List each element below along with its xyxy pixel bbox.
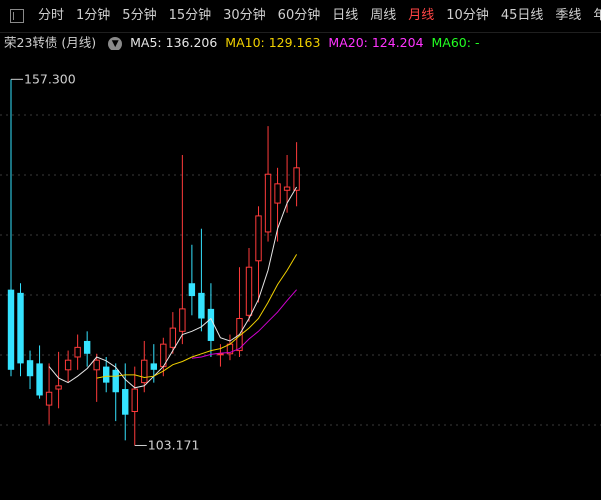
tab-weekly[interactable]: 周线 (364, 0, 402, 32)
candle-body-down (188, 283, 196, 297)
tab-45-day[interactable]: 45日线 (495, 0, 550, 32)
candle-body-up (245, 266, 253, 316)
tab-intraday[interactable]: 分时 (32, 0, 70, 32)
ma60-value: MA60: - (431, 35, 480, 50)
tab-1-minute[interactable]: 1分钟 (70, 0, 116, 32)
tab-60-minute[interactable]: 60分钟 (272, 0, 327, 32)
candle-body-down (207, 308, 215, 341)
candle-body-up (93, 359, 100, 371)
candle-body-up (45, 391, 53, 406)
ma20-value: MA20: 124.204 (328, 35, 424, 50)
tab-monthly[interactable]: 月线 (402, 0, 440, 32)
candle-body-up (141, 359, 148, 384)
chevron-down-icon[interactable]: ▼ (108, 37, 123, 50)
candle-body-down (103, 366, 110, 383)
candle-body-down (17, 292, 24, 364)
tab-30-minute[interactable]: 30分钟 (217, 0, 272, 32)
candle-body-up (217, 353, 224, 356)
candle-body-up (293, 167, 300, 191)
candle-body-up (264, 173, 272, 233)
panel-toggle-icon[interactable] (10, 9, 24, 23)
candle-body-up (131, 388, 138, 412)
candle-body-down (36, 363, 43, 396)
candle-body-down (7, 289, 15, 370)
candle-body-down (198, 292, 205, 319)
candle-body-up (179, 308, 186, 332)
candle-body-down (83, 340, 91, 354)
ma10-line (96, 254, 298, 379)
candle-body-down (122, 389, 129, 415)
candle-body-up (283, 186, 291, 191)
candle-body-up (169, 327, 177, 348)
tab-daily[interactable]: 日线 (326, 0, 364, 32)
tab-quarterly[interactable]: 季线 (549, 0, 587, 32)
candle-body-down (112, 369, 119, 393)
candlestick-chart[interactable]: 157.300 103.171 (0, 50, 601, 500)
candle-body-up (274, 183, 281, 204)
tab-5-minute[interactable]: 5分钟 (116, 0, 162, 32)
tab-10-minute[interactable]: 10分钟 (440, 0, 495, 32)
ma10-value: MA10: 129.163 (225, 35, 321, 50)
ma5-value: MA5: 136.206 (130, 35, 218, 50)
candle-body-up (74, 346, 81, 358)
ma20-line (191, 289, 297, 359)
candle-body-down (26, 360, 34, 377)
candle-body-down (150, 363, 157, 370)
high-price-label: 157.300 (24, 71, 76, 86)
period-label: (月线) (61, 35, 97, 50)
candle-body-up (255, 215, 262, 262)
period-tab-bar: 分时 1分钟 5分钟 15分钟 30分钟 60分钟 日线 周线 月线 10分钟 … (0, 0, 601, 33)
security-name: 荣23转债 (4, 35, 58, 50)
low-price-label: 103.171 (148, 437, 200, 452)
candle-body-up (55, 385, 62, 390)
tab-yearly[interactable]: 年线 (587, 0, 601, 32)
indicator-info-bar: 荣23转债 (月线) ▼ MA5: 136.206 MA10: 129.163 M… (0, 32, 601, 50)
tab-15-minute[interactable]: 15分钟 (163, 0, 218, 32)
candle-body-up (64, 359, 72, 371)
